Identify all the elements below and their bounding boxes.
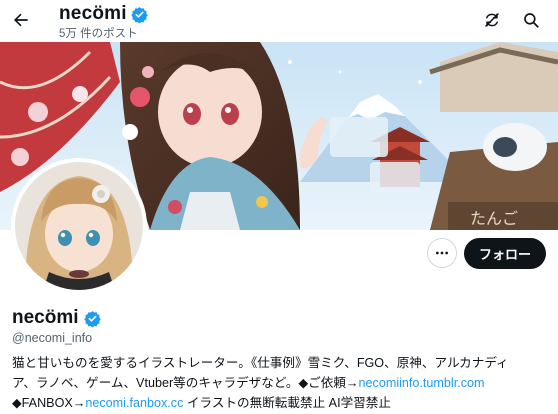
header-title: necömi (59, 3, 148, 25)
back-button[interactable] (6, 5, 36, 35)
profile-handle: @necomi_info (12, 331, 93, 345)
bio-link-fanbox[interactable]: necomi.fanbox.cc (85, 396, 183, 410)
more-dots-icon (436, 251, 448, 255)
profile-name: necömi (12, 307, 79, 328)
search-icon (524, 13, 539, 28)
bio-line-3: ◆FANBOX→necomi.fanbox.cc イラストの無断転載禁止 AI学… (12, 393, 552, 413)
avatar[interactable] (11, 158, 147, 294)
bio-line-3-prefix: ◆FANBOX→ (12, 396, 86, 410)
follow-button[interactable]: フォロー (464, 238, 546, 269)
bio-line-2-text: ア、ラノベ、ゲーム、Vtuber等のキャラデザなど。◆ご依頼→ (12, 376, 359, 390)
header-name: necömi (59, 3, 127, 24)
profile-name-row: necömi (12, 307, 101, 329)
bio-link-tumblr[interactable]: necomiinfo.tumblr.com (359, 376, 485, 390)
bio-line-1: 猫と甘いものを愛するイラストレーター。《仕事例》雪ミク、FGO、原神、アルカナデ… (12, 356, 509, 370)
verified-badge-icon (131, 6, 148, 23)
profile-bio: 猫と甘いものを愛するイラストレーター。《仕事例》雪ミク、FGO、原神、アルカナデ… (12, 353, 552, 413)
slashed-refresh-icon (485, 13, 499, 27)
verified-badge-icon[interactable] (83, 310, 101, 327)
avatar-image (15, 162, 143, 290)
top-bar: necömi 5万 件のポスト (0, 0, 558, 42)
avatar-illustration (15, 162, 143, 290)
svg-text:たんご: たんご (470, 209, 518, 228)
bio-line-3-suffix: イラストの無断転載禁止 AI学習禁止 (183, 396, 391, 410)
search-button[interactable] (517, 6, 545, 34)
post-count: 5万 件のポスト (59, 28, 138, 40)
more-options-button[interactable] (427, 238, 457, 268)
bio-line-2: ア、ラノベ、ゲーム、Vtuber等のキャラデザなど。◆ご依頼→necomiinf… (12, 373, 552, 393)
arrow-left-icon (14, 13, 28, 27)
refresh-button[interactable] (478, 6, 506, 34)
